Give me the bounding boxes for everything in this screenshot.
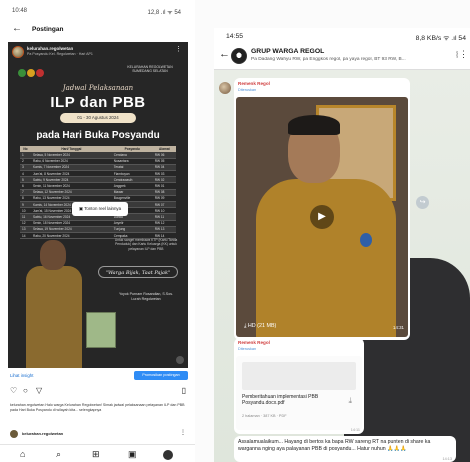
view-insight-link[interactable]: Lihat insight [10, 373, 33, 378]
table-body: 1 Selasa, 5 November 2024 Cendana RW 06 2 Rab… [20, 152, 176, 240]
document-message[interactable]: Remenk Regol Diteruskan Pemberitahuan im… [234, 338, 364, 434]
add-icon[interactable]: ⊞ [92, 449, 100, 460]
logo-icon [27, 69, 35, 77]
heart-icon[interactable]: ♡ [10, 386, 17, 395]
more-options-icon[interactable]: ⋮ [175, 45, 182, 53]
text-message[interactable]: Assalamualaikum... Hayang di bertos ka b… [234, 436, 456, 462]
logo-icon [18, 69, 26, 77]
avatar[interactable] [12, 46, 24, 58]
official-photo [26, 240, 82, 368]
message-text: Assalamualaikum... Hayang di bertos ka b… [238, 439, 431, 453]
download-size[interactable]: ⤓ HD (21 MB) [244, 323, 276, 330]
download-size-label: HD (21 MB) [247, 323, 277, 329]
certificate [86, 312, 116, 348]
poster-subtitle: pada Hari Buka Posyandu [36, 130, 160, 141]
signature: Yoyok Purnam Rosandian, S.Sos. Lurah Reg… [118, 292, 173, 301]
back-arrow-icon[interactable]: ← [219, 48, 230, 60]
tagline: "Warga Bijak, Taat Pajak" [98, 266, 178, 278]
insight-bar: Lihat insight Promosikan postingan [8, 370, 188, 381]
share-icon[interactable]: ↪ [416, 196, 429, 209]
comment-account[interactable]: kelurahan.regolwetan [22, 431, 63, 436]
account-name[interactable]: kelurahan.regolwetan [27, 46, 73, 51]
schedule-label: Jadwal Pelaksanaan [62, 84, 134, 92]
document-preview[interactable]: Pemberitahuan implementasi PBB Posyandu.… [236, 356, 362, 430]
mute-icon[interactable] [176, 356, 184, 364]
page-title: Postingan [32, 26, 64, 33]
profile-icon[interactable] [163, 450, 173, 460]
forwarded-label: Diteruskan [238, 88, 257, 92]
hair [288, 115, 340, 135]
chat-header: ← GRUP WARGA REGOL Pa Dadang Wahyu RW, p… [214, 44, 470, 70]
date-range: 01 - 30 Agustus 2024 [60, 113, 136, 123]
play-icon[interactable]: ▶ [310, 205, 334, 229]
poster-note: Untuk sanget membawa KTP (Kartu Tanda Pe… [114, 238, 178, 251]
status-bar: 14:55 8,8 KB/s ᯤ .ıl 54 [214, 28, 470, 44]
group-name[interactable]: GRUP WARGA REGOL [251, 48, 324, 55]
status-indicators: 12,8 .ıl ᯤ 54 [147, 10, 182, 16]
table-cell: Rabu, 20 November 2024 [31, 232, 112, 240]
org-name: KELURAHAN REGOLWETAN SUMEDANG SELATAN [127, 65, 173, 74]
message-time: 14:11 [350, 428, 360, 432]
account-subtitle: Pa Posyandu Kel. Regolwetan · Hari AP1 [27, 52, 93, 56]
group-avatar[interactable] [231, 48, 247, 64]
video-message[interactable]: Remenk Regol Diteruskan ▶ ⤓ HD (21 MB) 1… [234, 78, 410, 340]
post-image[interactable]: kelurahan.regolwetan Pa Posyandu Kel. Re… [8, 42, 188, 368]
document-thumbnail [242, 362, 356, 390]
promote-button[interactable]: Promosikan postingan [134, 371, 188, 380]
forwarded-label: Diteruskan [238, 347, 257, 351]
status-time: 10:48 [12, 8, 28, 14]
video-duration: 14:31 [393, 325, 404, 330]
more-options-icon[interactable]: ⋮ [180, 429, 186, 436]
group-members: Pa Dadang Wahyu RW, pa Enggkos regol, pa… [251, 57, 406, 62]
org-logos [18, 64, 48, 77]
video-thumbnail[interactable]: ▶ ⤓ HD (21 MB) 14:31 [236, 97, 408, 337]
logo-icon [36, 69, 44, 77]
message-time: 14:13 [442, 457, 452, 461]
poster-title: ILP dan PBB [50, 94, 146, 111]
head [40, 240, 66, 270]
bookmark-icon[interactable]: ▯ [182, 386, 186, 395]
table-cell: 14 [20, 232, 32, 240]
search-icon[interactable]: ⌕ [56, 449, 61, 460]
comment-icon[interactable]: ○ [23, 386, 28, 395]
screenshot-root: 10:48 12,8 .ıl ᯤ 54 ← Postingan keluraha… [0, 0, 470, 462]
avatar[interactable] [10, 430, 18, 438]
instagram-screen: 10:48 12,8 .ıl ᯤ 54 ← Postingan keluraha… [0, 0, 195, 462]
post-caption: kelurahan.regolwetan Halo warga Keluraha… [10, 403, 185, 412]
document-title: Pemberitahuan implementasi PBB Posyandu.… [242, 394, 319, 407]
badge [360, 233, 372, 247]
sender-avatar[interactable] [219, 82, 231, 94]
uniform [26, 266, 82, 368]
bottom-nav: ⌂ ⌕ ⊞ ▣ [0, 444, 195, 462]
uniform [256, 179, 396, 337]
watch-more-reels-button[interactable]: ▣ Tonton reel lainnya [72, 202, 128, 216]
page-header: ← Postingan [0, 20, 195, 40]
voice-chat-icon[interactable]: ⦚ [456, 50, 458, 61]
sender-name[interactable]: Remenk Regol [238, 340, 270, 345]
send-icon[interactable]: ▽ [36, 386, 42, 395]
download-icon[interactable]: ⤓ [348, 396, 352, 406]
post-account[interactable]: kelurahan.regolwetan Pa Posyandu Kel. Re… [12, 45, 184, 61]
back-arrow-icon[interactable]: ← [12, 23, 22, 34]
status-time: 14:55 [226, 33, 244, 40]
status-indicators: 8,8 KB/s ᯤ .ıl 54 [415, 35, 466, 42]
more-options-icon[interactable]: ⋮ [459, 49, 468, 60]
post-actions: ♡ ○ ▽ ▯ [10, 386, 186, 398]
home-icon[interactable]: ⌂ [20, 449, 25, 459]
comment-row[interactable]: kelurahan.regolwetan ⋮ [10, 429, 186, 439]
schedule-table: No Hari/ Tanggal Posyandu Alamat 1 Selasa, 5… [20, 146, 176, 240]
sender-name[interactable]: Remenk Regol [238, 81, 270, 86]
reels-icon[interactable]: ▣ [128, 449, 137, 460]
telegram-screen: 14:55 8,8 KB/s ᯤ .ıl 54 ← GRUP WARGA REG… [214, 28, 470, 462]
document-size: 2 halaman · 387 KB · PDF [242, 414, 287, 418]
status-bar: 10:48 12,8 .ıl ᯤ 54 [0, 0, 195, 18]
